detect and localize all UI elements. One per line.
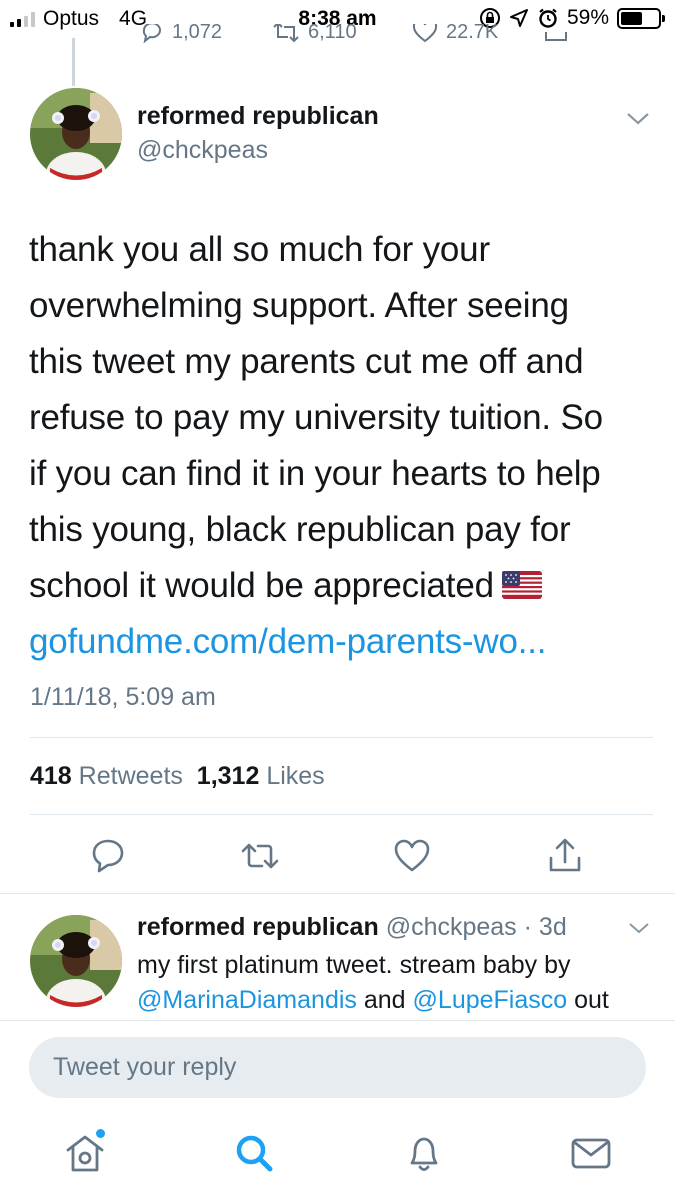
previous-reply-count: 1,072 [172, 24, 223, 43]
tweet-text-line: overwhelming support. After seeing [29, 286, 569, 325]
heart-icon[interactable] [393, 839, 431, 873]
tweet-text-line: this tweet my parents cut me off and [29, 342, 584, 381]
previous-like-count: 22.7K [446, 24, 499, 43]
tweet-text-line: refuse to pay my university tuition. So [29, 398, 603, 437]
tweet-stats: 418 Retweets 1,312 Likes [30, 762, 325, 791]
divider [0, 893, 675, 894]
author-handle[interactable]: @chckpeas [137, 136, 268, 165]
separator-dot: · [523, 913, 532, 941]
likes-label[interactable]: Likes [266, 762, 324, 790]
bell-icon[interactable] [403, 1132, 445, 1174]
author-name[interactable]: reformed republican [137, 102, 379, 131]
avatar[interactable] [30, 88, 122, 180]
second-tweet-body: my first platinum tweet. stream baby by … [137, 948, 657, 1018]
search-icon[interactable] [233, 1132, 275, 1174]
heart-icon [412, 24, 438, 43]
previous-like-action[interactable]: 22.7K [412, 24, 498, 44]
retweets-label[interactable]: Retweets [79, 762, 183, 790]
tweet-text-line: if you can find it in your hearts to hel… [29, 454, 601, 493]
reply-icon[interactable] [89, 838, 127, 874]
like-count[interactable]: 1,312 [197, 762, 260, 790]
author-name[interactable]: reformed republican [137, 913, 379, 941]
reply-icon [142, 24, 161, 44]
tweet-text-line-with-flag: school it would be appreciated [29, 558, 659, 614]
mail-icon[interactable] [569, 1132, 613, 1174]
previous-tweet-actions: 1,072 6,110 22.7K [0, 24, 675, 46]
tweet-body: thank you all so much for your overwhelm… [29, 222, 659, 670]
home-notification-dot [96, 1129, 105, 1138]
tweet-timestamp: 1/11/18, 5:09 am [30, 683, 216, 711]
avatar[interactable] [30, 915, 122, 1007]
retweet-icon [273, 24, 299, 43]
second-tweet-header: reformed republican @chckpeas · 3d [137, 913, 567, 942]
previous-reply-action[interactable]: 1,072 [140, 24, 222, 44]
retweet-count[interactable]: 418 [30, 762, 72, 790]
tweet-text-word: and [363, 986, 406, 1014]
retweet-icon[interactable] [240, 840, 280, 872]
previous-share-action[interactable] [543, 24, 569, 44]
divider [30, 737, 653, 738]
tweet-age: 3d [538, 913, 567, 941]
gofundme-link[interactable]: gofundme.com/dem-parents-wo... [29, 614, 659, 670]
chevron-down-icon[interactable] [626, 112, 650, 126]
us-flag-emoji-icon [501, 570, 542, 599]
tweet-text-word: out [574, 986, 609, 1014]
author-handle[interactable]: @chckpeas [386, 913, 517, 941]
divider [30, 814, 653, 815]
mention-link[interactable]: @MarinaDiamandis [137, 986, 357, 1014]
thread-connector-line [72, 38, 75, 86]
tweet-text-line: thank you all so much for your [29, 230, 490, 269]
share-icon [545, 32, 567, 41]
tweet-text-line: my first platinum tweet. stream baby by [137, 951, 571, 979]
previous-retweet-action[interactable]: 6,110 [272, 24, 357, 44]
reply-input[interactable] [29, 1037, 646, 1098]
previous-retweet-count: 6,110 [308, 24, 357, 43]
tweet-text-line: @MarinaDiamandis and @LupeFiasco out [137, 983, 657, 1018]
share-icon[interactable] [546, 836, 584, 874]
home-icon[interactable] [64, 1132, 106, 1174]
chevron-down-icon[interactable] [628, 922, 650, 935]
tweet-text-line: school it would be appreciated [29, 566, 494, 605]
mention-link[interactable]: @LupeFiasco [413, 986, 568, 1014]
tweet-text-line: this young, black republican pay for [29, 510, 571, 549]
